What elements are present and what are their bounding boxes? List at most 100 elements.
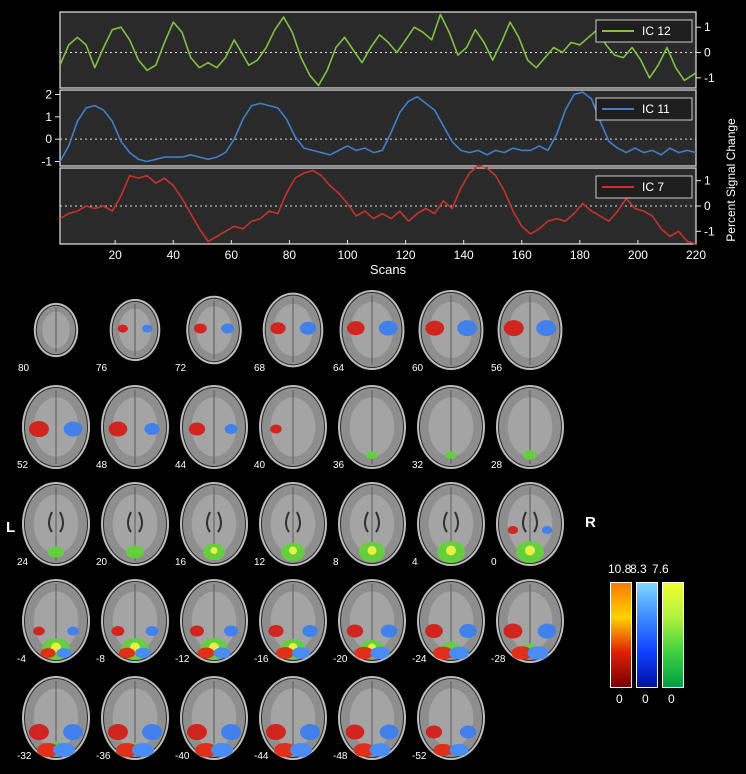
red-activation — [265, 724, 286, 741]
blue-activation — [459, 624, 477, 639]
colorbar-min-label: 0 — [642, 692, 649, 706]
slice-z-label: 68 — [254, 363, 266, 374]
x-tick-label: 120 — [396, 248, 416, 262]
colorbar-legend: 10.8 0 8.3 0 7.6 0 — [608, 562, 692, 712]
blue-cerebellar-activation — [527, 646, 549, 660]
brain-slice: -40 — [175, 674, 253, 769]
brain-slice: -48 — [333, 674, 411, 769]
yellow-activation-core — [525, 545, 535, 556]
brain-slice-image — [22, 482, 90, 566]
green-activation — [126, 545, 144, 559]
blue-activation — [302, 625, 318, 638]
brain-slice: 20 — [96, 480, 174, 575]
brain-slice: 0 — [491, 480, 569, 575]
blue-activation — [144, 423, 160, 436]
blue-activation — [380, 624, 398, 638]
slice-z-label: -20 — [333, 654, 348, 665]
red-activation — [270, 424, 282, 434]
x-tick-label: 100 — [337, 248, 357, 262]
slice-z-label: 0 — [491, 557, 497, 568]
blue-cerebellar-activation — [292, 647, 310, 659]
slice-z-label: 20 — [96, 557, 108, 568]
green-activation — [523, 450, 537, 460]
brain-slice: 40 — [254, 383, 332, 478]
brain-slice-image — [497, 289, 563, 371]
brain-slice-image — [180, 385, 248, 469]
brain-slice: 52 — [17, 383, 95, 478]
red-activation — [111, 626, 125, 637]
red-activation — [425, 320, 445, 336]
brain-slice: 8 — [333, 480, 411, 575]
slice-z-label: 76 — [96, 363, 108, 374]
slice-z-label: -48 — [333, 751, 348, 762]
red-cerebellar-activation — [119, 647, 135, 659]
brain-slice: 64 — [333, 286, 411, 381]
colorbar-gradient — [662, 582, 684, 688]
brain-slice-image — [417, 385, 485, 469]
slice-z-label: 80 — [18, 363, 30, 374]
colorbar-min-label: 0 — [668, 692, 675, 706]
slice-z-label: 56 — [491, 363, 503, 374]
green-activation — [48, 546, 64, 558]
red-activation — [117, 324, 128, 333]
brain-slice-image — [338, 482, 406, 566]
brain-slice: 44 — [175, 383, 253, 478]
colorbar-max-label: 10.8 — [608, 562, 632, 576]
x-tick-label: 20 — [108, 248, 122, 262]
blue-cerebellar-activation — [135, 647, 151, 659]
brain-slice-image — [496, 482, 564, 566]
brain-slice-image — [101, 385, 169, 469]
legend-label: IC 7 — [642, 180, 664, 194]
brain-slice-image — [22, 579, 90, 663]
brain-slice-image — [259, 482, 327, 566]
y-tick-label: 1 — [704, 174, 711, 188]
red-activation — [503, 623, 523, 639]
red-activation — [188, 422, 206, 436]
slice-z-label: 16 — [175, 557, 187, 568]
blue-cerebellar-activation — [370, 646, 390, 660]
slice-z-label: -32 — [17, 751, 32, 762]
brain-slice-image — [180, 482, 248, 566]
brain-slice: -12 — [175, 577, 253, 672]
green-activation — [445, 451, 457, 459]
brain-slice: -16 — [254, 577, 332, 672]
colorbar-max-label: 8.3 — [630, 562, 647, 576]
legend-label: IC 11 — [642, 102, 670, 116]
brain-slice-image — [262, 292, 324, 368]
yellow-activation-core — [367, 546, 377, 556]
brain-slice: 12 — [254, 480, 332, 575]
blue-cerebellar-activation — [211, 742, 233, 757]
blue-activation — [537, 623, 557, 639]
red-activation — [345, 724, 365, 740]
slice-z-label: -8 — [96, 654, 105, 665]
slice-z-label: 72 — [175, 363, 187, 374]
blue-cerebellar-activation — [449, 743, 469, 757]
brain-slice-image — [22, 385, 90, 469]
red-activation — [270, 322, 286, 335]
blue-activation — [67, 626, 79, 636]
red-cerebellar-activation — [276, 647, 294, 659]
brain-slice-image — [33, 302, 79, 358]
brain-slice: 76 — [96, 286, 174, 381]
blue-activation — [300, 724, 321, 741]
brain-slice: -4 — [17, 577, 95, 672]
blue-activation — [224, 424, 238, 435]
slice-z-label: -24 — [412, 654, 427, 665]
slice-z-label: 4 — [412, 557, 418, 568]
brain-slice-image — [338, 385, 406, 469]
red-activation — [347, 321, 365, 336]
slice-z-label: 64 — [333, 363, 345, 374]
colorbar-gradient — [610, 582, 632, 688]
blue-activation — [378, 320, 398, 336]
y-tick-label: -1 — [704, 71, 715, 85]
x-tick-label: 60 — [225, 248, 239, 262]
green-activation — [366, 451, 378, 459]
slice-z-label: 12 — [254, 557, 266, 568]
slice-z-label: 48 — [96, 460, 108, 471]
brain-slice-montage: 80 76 72 68 64 60 56 52 48 44 40 36 32 28 24 20 16 12 8 4 0-… — [0, 286, 600, 772]
brain-slice-image — [109, 298, 161, 362]
red-activation — [107, 724, 128, 741]
red-activation — [346, 624, 364, 638]
brain-slice: 36 — [333, 383, 411, 478]
blue-cerebellar-activation — [213, 647, 231, 659]
